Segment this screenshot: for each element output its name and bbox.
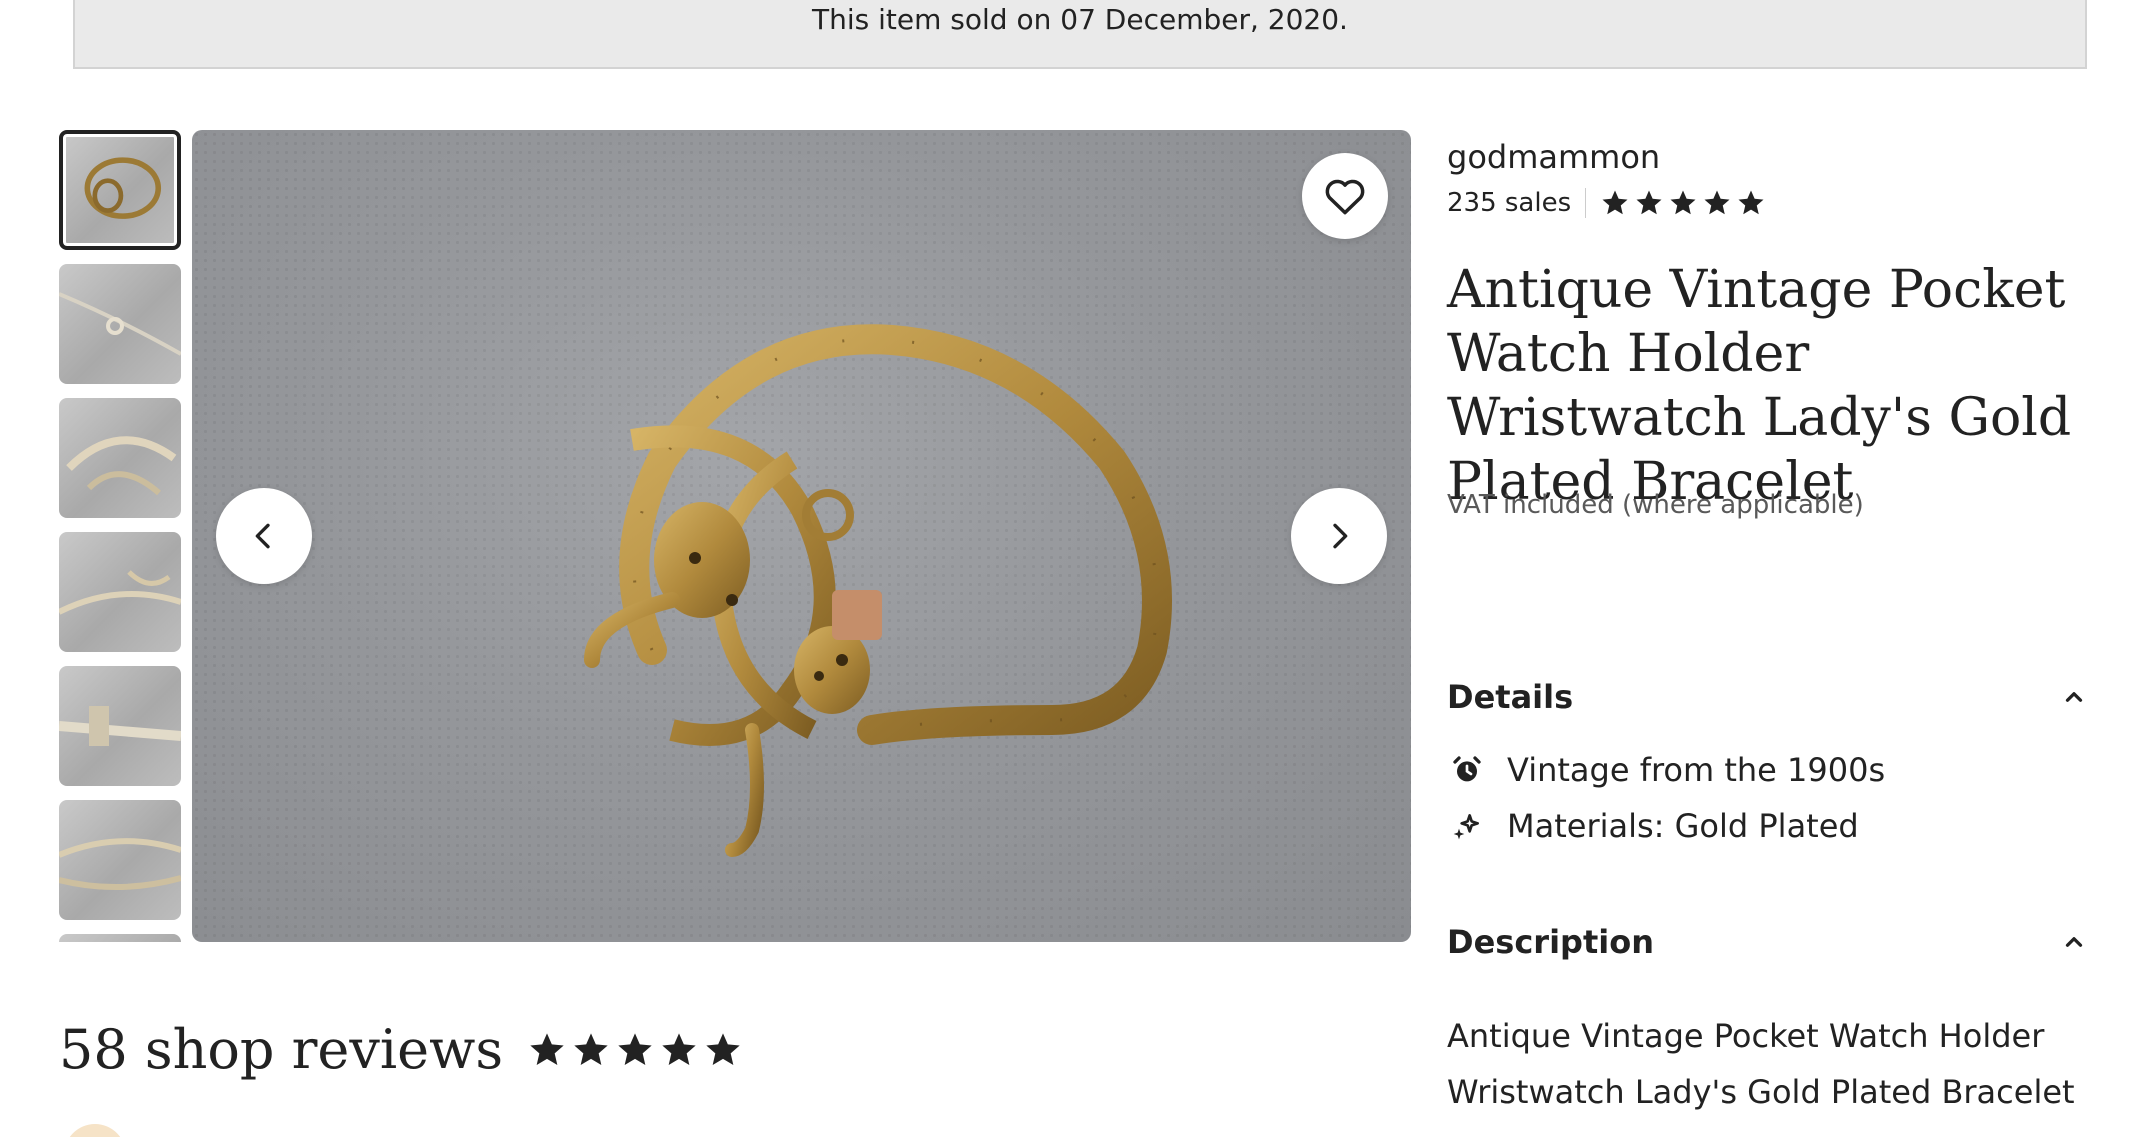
details-toggle[interactable]: Details <box>1447 678 2087 716</box>
reviews-rating-stars <box>527 1030 743 1070</box>
previous-image-button[interactable] <box>216 488 312 584</box>
star-icon <box>1670 190 1696 215</box>
favorite-button[interactable] <box>1302 153 1388 239</box>
star-icon <box>530 1032 564 1065</box>
sparkle-icon <box>1447 806 1487 846</box>
chevron-left-icon <box>255 523 270 549</box>
vat-note: VAT included (where applicable) <box>1447 490 1864 520</box>
heart-icon <box>1325 179 1365 215</box>
divider <box>1585 188 1587 218</box>
detail-materials: Materials: Gold Plated <box>1447 806 1859 846</box>
sold-banner: This item sold on 07 December, 2020. <box>73 0 2087 69</box>
sold-text: This item sold on 07 December, 2020. <box>812 3 1348 36</box>
star-icon <box>574 1032 608 1065</box>
alarm-clock-icon <box>1447 750 1487 790</box>
reviewer-avatar <box>64 1124 126 1137</box>
detail-vintage: Vintage from the 1900s <box>1447 750 1885 790</box>
next-image-button[interactable] <box>1291 488 1387 584</box>
chevron-up-icon <box>2065 692 2083 702</box>
star-icon <box>1636 190 1662 215</box>
listing-title: Antique Vintage Pocket Watch Holder Wris… <box>1447 260 2072 512</box>
star-icon <box>706 1032 740 1065</box>
reviews-count-label: 58 shop reviews <box>59 1018 504 1081</box>
shop-rating-stars[interactable] <box>1600 188 1766 218</box>
description-text: Antique Vintage Pocket Watch Holder Wris… <box>1447 1017 2075 1111</box>
thumbnail-3[interactable] <box>59 398 181 518</box>
thumbnail-5[interactable] <box>59 666 181 786</box>
description-heading: Description <box>1447 923 1654 961</box>
description-toggle[interactable]: Description <box>1447 923 2087 961</box>
chevron-up-icon <box>2065 937 2083 947</box>
sales-count: 235 sales <box>1447 188 1572 218</box>
thumbnail-4[interactable] <box>59 532 181 652</box>
details-heading: Details <box>1447 678 1574 716</box>
star-icon <box>618 1032 652 1065</box>
main-product-image <box>192 130 1411 942</box>
shop-name-link[interactable]: godmammon <box>1447 138 1660 176</box>
shop-sales-row: 235 sales <box>1447 188 1766 218</box>
detail-text: Vintage from the 1900s <box>1507 751 1886 789</box>
thumbnail-7[interactable] <box>59 934 181 942</box>
thumbnail-2[interactable] <box>59 264 181 384</box>
star-icon <box>1704 190 1730 215</box>
detail-text: Materials: Gold Plated <box>1507 807 1859 845</box>
star-icon <box>1738 190 1764 215</box>
star-icon <box>1602 190 1628 215</box>
bracelet-photo <box>584 324 1172 857</box>
thumbnail-strip <box>59 130 181 942</box>
shop-reviews-heading: 58 shop reviews <box>59 1018 743 1081</box>
thumbnail-1[interactable] <box>59 130 181 250</box>
chevron-right-icon <box>1333 523 1348 549</box>
thumbnail-6[interactable] <box>59 800 181 920</box>
star-icon <box>662 1032 696 1065</box>
